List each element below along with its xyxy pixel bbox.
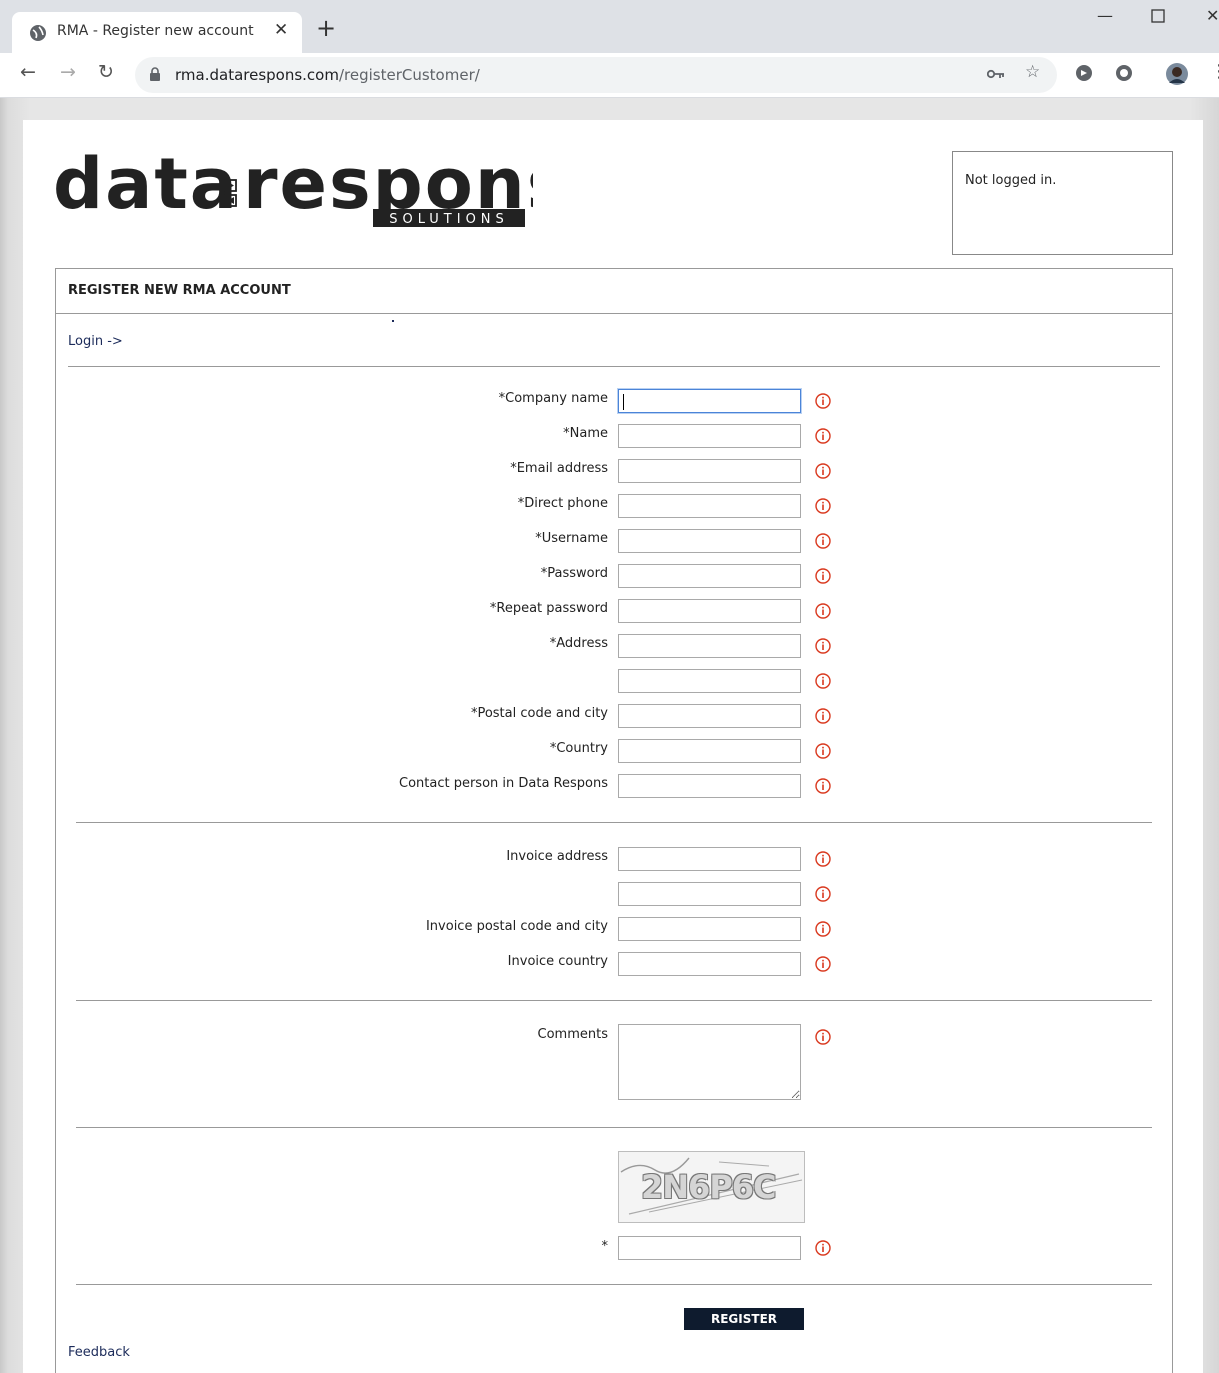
info-icon[interactable] xyxy=(815,1029,831,1045)
page-container: data respons SOLUTIONS Not logged in. RE… xyxy=(23,120,1203,1373)
captcha-image: 2N6P6C xyxy=(618,1151,805,1223)
postal-label: *Postal code and city xyxy=(470,706,608,721)
tab-close-icon[interactable]: ✕ xyxy=(274,20,288,40)
section-divider xyxy=(76,1127,1152,1128)
key-icon[interactable] xyxy=(986,65,1005,85)
invoice-address-line2-input[interactable] xyxy=(618,882,801,906)
close-window-icon[interactable]: ✕ xyxy=(1206,6,1219,25)
country-input[interactable] xyxy=(618,739,801,763)
name-input[interactable] xyxy=(618,424,801,448)
invoice-address-label: Invoice address xyxy=(506,849,608,864)
info-icon[interactable] xyxy=(815,851,831,867)
minimize-icon[interactable]: — xyxy=(1097,6,1113,25)
info-icon[interactable] xyxy=(815,428,831,444)
login-status-box: Not logged in. xyxy=(952,151,1173,255)
tab-title: RMA - Register new account xyxy=(57,23,254,39)
new-tab-icon[interactable]: + xyxy=(316,16,336,40)
section-divider xyxy=(76,1000,1152,1001)
bookmark-star-icon[interactable]: ☆ xyxy=(1025,62,1040,82)
info-icon[interactable] xyxy=(815,673,831,689)
comments-textarea[interactable] xyxy=(618,1024,801,1100)
svg-text:data: data xyxy=(53,150,239,225)
info-icon[interactable] xyxy=(815,568,831,584)
browser-toolbar: ← → ↻ rma.datarespons.com/registerCustom… xyxy=(0,53,1219,98)
repeat-password-label: *Repeat password xyxy=(489,601,608,616)
captcha-label: * xyxy=(601,1239,609,1254)
contact-person-label: Contact person in Data Respons xyxy=(399,776,608,791)
repeat-password-input[interactable] xyxy=(618,599,801,623)
invoice-postal-label: Invoice postal code and city xyxy=(425,919,608,934)
info-icon[interactable] xyxy=(815,778,831,794)
menu-kebab-icon[interactable]: ⋮ xyxy=(1210,61,1219,82)
address-line2-input[interactable] xyxy=(618,669,801,693)
password-label: *Password xyxy=(540,566,608,581)
globe-icon xyxy=(30,25,46,41)
extension-circle-icon[interactable] xyxy=(1113,62,1135,84)
info-icon[interactable] xyxy=(815,533,831,549)
login-link[interactable]: Login -> xyxy=(68,334,123,349)
back-icon[interactable]: ← xyxy=(20,61,36,83)
forward-icon[interactable]: → xyxy=(60,61,76,83)
profile-avatar-icon[interactable] xyxy=(1165,62,1189,86)
info-icon[interactable] xyxy=(815,956,831,972)
info-icon[interactable] xyxy=(815,498,831,514)
info-icon[interactable] xyxy=(815,638,831,654)
postal-input[interactable] xyxy=(618,704,801,728)
feedback-link[interactable]: Feedback xyxy=(68,1345,130,1360)
info-icon[interactable] xyxy=(815,393,831,409)
info-icon[interactable] xyxy=(815,1240,831,1256)
register-button[interactable]: REGISTER xyxy=(684,1308,804,1330)
username-input[interactable] xyxy=(618,529,801,553)
password-input[interactable] xyxy=(618,564,801,588)
login-status-text: Not logged in. xyxy=(965,173,1057,188)
invoice-postal-input[interactable] xyxy=(618,917,801,941)
phone-label: *Direct phone xyxy=(517,496,608,511)
country-label: *Country xyxy=(549,741,608,756)
section-divider xyxy=(76,1284,1152,1285)
data-respons-logo: data respons SOLUTIONS xyxy=(53,150,533,227)
info-icon[interactable] xyxy=(815,921,831,937)
invoice-address-line1-input[interactable] xyxy=(618,847,801,871)
contact-person-input[interactable] xyxy=(618,774,801,798)
maximize-icon[interactable] xyxy=(1151,8,1165,27)
email-label: *Email address xyxy=(510,461,608,476)
page-viewport: data respons SOLUTIONS Not logged in. RE… xyxy=(0,98,1219,1373)
divider xyxy=(68,366,1160,367)
invoice-country-label: Invoice country xyxy=(507,954,608,969)
extension-icon[interactable] xyxy=(1073,62,1095,84)
info-icon[interactable] xyxy=(815,708,831,724)
invoice-country-input[interactable] xyxy=(618,952,801,976)
captcha-text: 2N6P6C xyxy=(641,1168,777,1206)
browser-tab[interactable]: RMA - Register new account ✕ xyxy=(12,12,302,53)
name-label: *Name xyxy=(563,426,608,441)
section-divider xyxy=(76,822,1152,823)
info-icon[interactable] xyxy=(815,886,831,902)
reload-icon[interactable]: ↻ xyxy=(98,61,114,83)
address-bar[interactable]: rma.datarespons.com/registerCustomer/ ☆ xyxy=(135,57,1057,93)
comments-label: Comments xyxy=(537,1027,608,1042)
username-label: *Username xyxy=(535,531,608,546)
info-icon[interactable] xyxy=(815,743,831,759)
captcha-input[interactable] xyxy=(618,1236,801,1260)
company-name-input[interactable] xyxy=(618,389,801,413)
page-title: REGISTER NEW RMA ACCOUNT xyxy=(68,283,291,298)
address-label: *Address xyxy=(549,636,608,651)
info-icon[interactable] xyxy=(815,603,831,619)
register-panel: REGISTER NEW RMA ACCOUNT Login -> *Compa… xyxy=(55,268,1173,1373)
company-name-label: *Company name xyxy=(498,391,608,406)
address-line1-input[interactable] xyxy=(618,634,801,658)
info-icon[interactable] xyxy=(815,463,831,479)
phone-input[interactable] xyxy=(618,494,801,518)
lock-icon xyxy=(150,67,160,81)
panel-header: REGISTER NEW RMA ACCOUNT xyxy=(56,269,1172,314)
stray-dot xyxy=(392,320,394,322)
browser-tabstrip: RMA - Register new account ✕ + — ✕ xyxy=(0,0,1219,53)
email-input[interactable] xyxy=(618,459,801,483)
url-text: rma.datarespons.com/registerCustomer/ xyxy=(175,66,480,84)
svg-text:SOLUTIONS: SOLUTIONS xyxy=(389,212,509,227)
